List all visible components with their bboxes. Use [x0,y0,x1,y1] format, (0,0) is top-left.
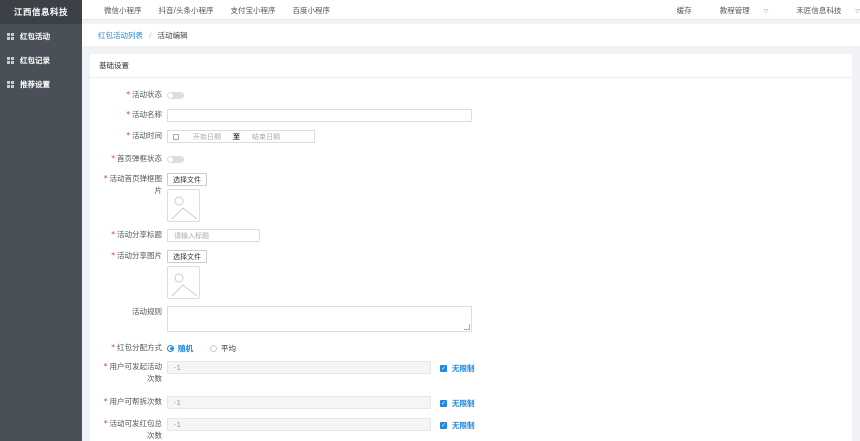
breadcrumb-parent[interactable]: 红包活动列表 [98,30,143,41]
platform-tabs: 微信小程序 抖音/头条小程序 支付宝小程序 百度小程序 [104,0,330,20]
form-row-distribution: * 红包分配方式 随机 平均 [90,342,253,354]
sidebar-item-label: 红包活动 [20,31,50,41]
form-row-launch-count: * 用户可发起活动 次数 -1 ✓ 无限制 [90,361,475,385]
status-label: * 活动状态 [126,90,162,99]
launch-count-input[interactable]: -1 [167,361,431,374]
sidebar: 江西信息科技 红包活动 红包记录 推荐设置 [0,0,82,441]
breadcrumb-current: 活动编辑 [157,30,188,40]
form-row-share-title: * 活动分享标题 请输入标题 [90,229,260,242]
calendar-icon [173,133,179,140]
sidebar-item-label: 推荐设置 [20,79,50,89]
user-name: 禾匠信息科技 [796,5,842,15]
radio-random[interactable]: 随机 [167,343,193,354]
popup-status-label: * 首页弹框状态 [111,154,162,163]
distribution-label: * 红包分配方式 [111,343,162,352]
end-date-placeholder: 结束日期 [252,132,280,141]
form-row-total-count: * 活动可发红包总 次数 -1 ✓ 无限制 [90,418,475,441]
tab-wechat[interactable]: 微信小程序 [104,5,142,16]
name-input[interactable] [167,109,472,122]
grid-icon [7,80,14,88]
form-row-time: * 活动时间 开始日期 至 结束日期 [90,130,315,143]
help-count-input[interactable]: -1 [167,396,431,409]
total-count-input[interactable]: -1 [167,418,431,431]
form-row-popup-image: * 活动首页弹框图 片 选择文件 [90,173,207,222]
form-row-popup-status: * 首页弹框状态 [90,153,184,165]
image-placeholder-icon [167,266,200,299]
form-row-status: * 活动状态 [90,89,184,101]
chevron-down-icon: ▽ [855,7,860,15]
date-range-separator: 至 [233,132,240,141]
cache-link[interactable]: 缓存 [677,5,692,16]
tab-douyin[interactable]: 抖音/头条小程序 [159,5,214,16]
unlimited-checkbox[interactable]: ✓ 无限制 [440,363,475,374]
sidebar-item-label: 红包记录 [20,55,50,65]
rules-label: 活动规则 [132,307,162,316]
top-bar: 微信小程序 抖音/头条小程序 支付宝小程序 百度小程序 缓存 教程管理 ▽ 禾匠信… [82,0,860,20]
brand-logo: 江西信息科技 [0,0,82,24]
chevron-down-icon: ▽ [763,7,769,15]
popup-image-label: * 活动首页弹框图 片 [103,174,162,195]
breadcrumb: 红包活动列表 / 活动编辑 [82,24,860,46]
tutorial-menu[interactable]: 教程管理 ▽ [706,5,769,16]
share-title-input[interactable]: 请输入标题 [167,229,260,242]
sidebar-item-recommend-settings[interactable]: 推荐设置 [0,72,82,96]
unlimited-checkbox[interactable]: ✓ 无限制 [440,398,475,409]
choose-file-button[interactable]: 选择文件 [167,250,207,263]
choose-file-button[interactable]: 选择文件 [167,173,207,186]
rules-textarea[interactable] [167,306,472,332]
launch-count-label: * 用户可发起活动 次数 [103,362,162,383]
help-count-label: * 用户可帮拆次数 [103,397,162,406]
total-count-label: * 活动可发红包总 次数 [103,419,162,440]
grid-icon [7,32,14,40]
form-row-rules: 活动规则 [90,306,472,332]
form-row-name: * 活动名称 [90,109,472,122]
grid-icon [7,56,14,64]
time-label: * 活动时间 [126,131,162,140]
sidebar-item-redpacket-records[interactable]: 红包记录 [0,48,82,72]
radio-average[interactable]: 平均 [210,343,236,354]
top-right-menu: 缓存 教程管理 ▽ 禾匠信息科技 ▽ [663,0,860,20]
share-title-label: * 活动分享标题 [111,230,162,239]
breadcrumb-separator: / [149,30,152,40]
tutorial-label: 教程管理 [719,5,750,15]
popup-status-toggle[interactable] [167,156,184,163]
name-label: * 活动名称 [126,110,162,119]
tab-alipay[interactable]: 支付宝小程序 [231,5,276,16]
settings-panel: 基础设置 * 活动状态 * 活动名称 * 活动时间 开始日期 至 结束日期 * 首页弹框… [90,54,852,441]
image-placeholder-icon [167,189,200,222]
form-row-help-count: * 用户可帮拆次数 -1 ✓ 无限制 [90,396,475,409]
status-toggle[interactable] [167,92,184,99]
unlimited-checkbox[interactable]: ✓ 无限制 [440,420,475,431]
sidebar-item-redpacket-activity[interactable]: 红包活动 [0,24,82,48]
tab-baidu[interactable]: 百度小程序 [293,5,331,16]
panel-title: 基础设置 [90,54,852,78]
form-row-share-image: * 活动分享图片 选择文件 [90,250,207,299]
user-menu[interactable]: 禾匠信息科技 ▽ [782,5,860,16]
date-range-picker[interactable]: 开始日期 至 结束日期 [167,130,315,143]
share-image-label: * 活动分享图片 [111,251,162,260]
start-date-placeholder: 开始日期 [193,132,221,141]
